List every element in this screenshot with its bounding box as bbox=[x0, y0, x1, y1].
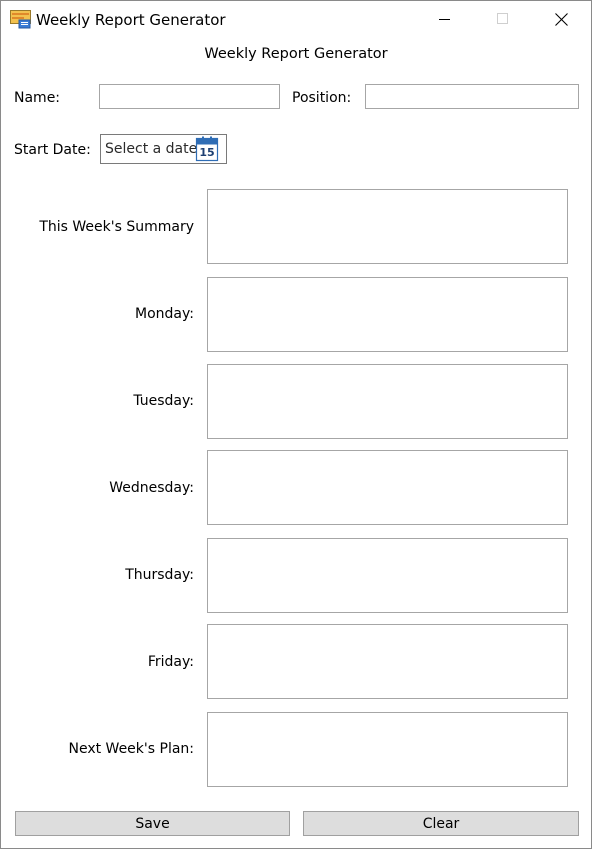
minimize-icon bbox=[439, 19, 450, 20]
app-window-icon bbox=[10, 10, 31, 29]
friday-label: Friday: bbox=[147, 654, 194, 670]
start-date-label: Start Date: bbox=[14, 142, 91, 158]
maximize-icon bbox=[497, 13, 508, 24]
clear-button[interactable]: Clear bbox=[303, 811, 579, 836]
calendar-day: 15 bbox=[199, 146, 215, 159]
close-icon bbox=[554, 12, 568, 26]
title-bar[interactable]: Weekly Report Generator bbox=[1, 1, 591, 37]
thursday-field[interactable] bbox=[207, 538, 568, 613]
app-window: Weekly Report Generator Weekly Report Ge… bbox=[0, 0, 592, 849]
next-week-label: Next Week's Plan: bbox=[68, 741, 194, 757]
date-placeholder[interactable]: Select a date bbox=[105, 141, 197, 157]
start-date-picker[interactable]: Select a date 15 bbox=[100, 134, 227, 164]
name-field[interactable] bbox=[99, 84, 280, 109]
friday-field[interactable] bbox=[207, 624, 568, 699]
page-title: Weekly Report Generator bbox=[204, 46, 388, 62]
summary-label: This Week's Summary bbox=[39, 219, 194, 235]
save-button[interactable]: Save bbox=[15, 811, 290, 836]
thursday-label: Thursday: bbox=[125, 567, 194, 583]
tuesday-field[interactable] bbox=[207, 364, 568, 439]
wednesday-field[interactable] bbox=[207, 450, 568, 525]
next-week-field[interactable] bbox=[207, 712, 568, 787]
wednesday-label: Wednesday: bbox=[109, 480, 194, 496]
window-title: Weekly Report Generator bbox=[36, 11, 226, 29]
calendar-button[interactable]: 15 bbox=[195, 136, 219, 162]
name-label: Name: bbox=[14, 90, 61, 106]
tuesday-label: Tuesday: bbox=[133, 393, 194, 409]
summary-field[interactable] bbox=[207, 189, 568, 264]
position-field[interactable] bbox=[365, 84, 579, 109]
monday-label: Monday: bbox=[135, 306, 194, 322]
minimize-button[interactable] bbox=[416, 1, 474, 37]
close-button[interactable] bbox=[532, 1, 590, 37]
maximize-button[interactable] bbox=[474, 1, 532, 37]
position-label: Position: bbox=[292, 90, 352, 106]
monday-field[interactable] bbox=[207, 277, 568, 352]
